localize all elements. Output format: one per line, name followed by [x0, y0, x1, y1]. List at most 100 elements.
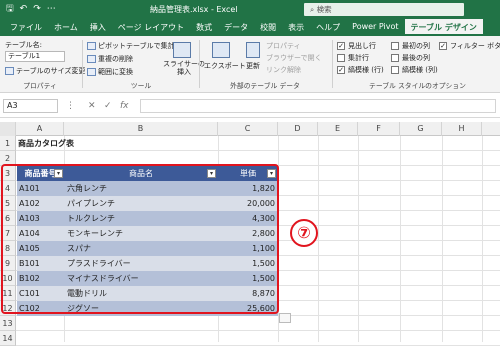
filter-button-label: フィルター ボタン — [450, 42, 500, 50]
tab-4[interactable]: 数式 — [190, 19, 218, 36]
properties-button[interactable]: プロパティ — [266, 41, 301, 51]
tools-group: ピボットテーブルで集計 重複の削除 範囲に変換 スライサーの 挿入 ツール — [85, 38, 205, 91]
name-box[interactable]: A3 — [3, 99, 58, 113]
select-all-button[interactable] — [0, 122, 16, 136]
undo-icon[interactable]: ↶ — [20, 3, 28, 15]
external-data-group: エクスポート 更新 プロパティ ブラウザーで開く リンク解除 外部のテーブル デ… — [202, 38, 328, 91]
formula-bar: A3 ⋮ ✕ ✓ fx — [0, 94, 500, 118]
export-icon[interactable] — [212, 42, 230, 58]
pivot-label: ピボットテーブルで集計 — [98, 42, 175, 50]
customize-qat-icon[interactable]: ⋯ — [47, 3, 56, 15]
resize-table-label: テーブルのサイズ変更 — [16, 67, 86, 75]
column-header[interactable]: A — [16, 122, 64, 136]
unlink-button[interactable]: リンク解除 — [266, 65, 301, 75]
tab-3[interactable]: ページ レイアウト — [112, 19, 190, 36]
tools-caption: ツール — [130, 82, 152, 90]
grid-line — [358, 136, 359, 342]
remove-duplicates-button[interactable]: 重複の削除 — [87, 54, 133, 64]
grid-line — [16, 150, 500, 151]
tab-7[interactable]: 表示 — [282, 19, 310, 36]
banded-columns-checkbox[interactable]: 縞模様 (列) — [391, 65, 438, 75]
filter-button-checkbox[interactable]: ✓フィルター ボタン — [439, 41, 500, 51]
ribbon-tabs: ファイル ホーム 挿入 ページ レイアウト 数式 データ 校閲 表示 ヘルプ Power Pivo… — [0, 19, 500, 36]
pivot-icon — [87, 42, 96, 50]
external-data-caption: 外部のテーブル データ — [230, 82, 300, 90]
total-row-checkbox[interactable]: 集計行 — [337, 53, 369, 63]
refresh-button[interactable]: 更新 — [246, 61, 260, 71]
save-icon[interactable]: 🖫 — [6, 3, 14, 15]
remove-duplicates-icon — [87, 55, 96, 63]
row-header[interactable]: 1 — [0, 136, 16, 151]
ribbon-separator — [199, 40, 200, 88]
cancel-icon[interactable]: ✕ — [88, 101, 96, 111]
tab-8[interactable]: ヘルプ — [310, 19, 346, 36]
convert-label: 範囲に変換 — [98, 68, 133, 76]
last-column-checkbox[interactable]: 最後の列 — [391, 53, 430, 63]
tab-2[interactable]: 挿入 — [84, 19, 112, 36]
tab-9[interactable]: Power Pivot — [346, 19, 404, 36]
grid-line — [482, 136, 483, 342]
table-name-label: テーブル名: — [5, 41, 42, 49]
convert-icon — [87, 68, 96, 76]
title-bar: 🖫 ↶ ↷ ⋯ 納品管理表.xlsx - Excel ⌕ 検索 — [0, 0, 500, 19]
checkbox-icon — [391, 42, 399, 50]
slicer-icon[interactable] — [173, 42, 191, 58]
column-header[interactable]: C — [218, 122, 278, 136]
window-title: 納品管理表.xlsx - Excel — [150, 5, 238, 14]
namebox-dropdown-icon[interactable]: ⋮ — [66, 101, 75, 111]
step-callout: ⑦ — [290, 219, 318, 247]
style-options-group: ✓ 見出し行 集計行 ✓ 縞模様 (行) 最初の列 最後の列 縞模様 (列) ✓ フィ… — [335, 38, 500, 91]
quick-access-toolbar: 🖫 ↶ ↷ ⋯ — [6, 3, 56, 15]
column-header[interactable]: H — [442, 122, 482, 136]
grid-line — [442, 136, 443, 342]
column-header[interactable]: B — [64, 122, 218, 136]
table-name-input[interactable]: テーブル1 — [5, 51, 65, 62]
column-headers: A B C D E F G H — [0, 122, 500, 136]
checkbox-icon — [391, 66, 399, 74]
redo-icon[interactable]: ↷ — [33, 3, 41, 15]
style-options-caption: テーブル スタイルのオプション — [369, 82, 466, 90]
ribbon: テーブル名: テーブル1 テーブルのサイズ変更 プロパティ ピボットテーブルで集… — [0, 36, 500, 93]
header-row-checkbox[interactable]: ✓ 見出し行 — [337, 41, 376, 51]
banded-columns-label: 縞模様 (列) — [402, 66, 438, 74]
ribbon-separator — [82, 40, 83, 88]
checkbox-icon — [337, 54, 345, 62]
search-input[interactable]: ⌕ 検索 — [304, 3, 464, 16]
last-column-label: 最後の列 — [402, 54, 430, 62]
quick-analysis-icon[interactable] — [279, 313, 291, 323]
convert-to-range-button[interactable]: 範囲に変換 — [87, 67, 133, 77]
banded-rows-checkbox[interactable]: ✓ 縞模様 (行) — [337, 65, 384, 75]
row-header[interactable]: 13 — [0, 316, 16, 331]
pivot-summary-button[interactable]: ピボットテーブルで集計 — [87, 41, 175, 51]
sheet-title[interactable]: 商品カタログ表 — [18, 136, 74, 151]
insert-function-icon[interactable]: fx — [120, 101, 129, 111]
header-row-label: 見出し行 — [348, 42, 376, 50]
refresh-icon[interactable] — [246, 42, 260, 58]
resize-table-button[interactable]: テーブルのサイズ変更 — [5, 66, 85, 76]
row-header[interactable]: 14 — [0, 331, 16, 346]
open-in-browser-button[interactable]: ブラウザーで開く — [266, 53, 322, 63]
tab-0[interactable]: ファイル — [4, 19, 48, 36]
grid-line — [400, 136, 401, 342]
checkbox-icon — [391, 54, 399, 62]
grid-line — [318, 136, 319, 342]
tab-6[interactable]: 校閲 — [254, 19, 282, 36]
banded-rows-label: 縞模様 (行) — [348, 66, 384, 74]
column-header[interactable]: E — [318, 122, 358, 136]
export-button[interactable]: エクスポート — [204, 61, 246, 71]
highlight-box — [1, 164, 279, 314]
enter-icon[interactable]: ✓ — [104, 101, 112, 111]
column-header[interactable]: G — [400, 122, 442, 136]
properties-caption: プロパティ — [23, 82, 57, 90]
first-column-checkbox[interactable]: 最初の列 — [391, 41, 430, 51]
search-icon: ⌕ — [310, 5, 317, 14]
tab-1[interactable]: ホーム — [48, 19, 84, 36]
remove-duplicates-label: 重複の削除 — [98, 55, 133, 63]
formula-input[interactable] — [140, 99, 496, 113]
ribbon-separator — [332, 40, 333, 88]
tab-5[interactable]: データ — [218, 19, 254, 36]
column-header[interactable]: D — [278, 122, 318, 136]
tab-10[interactable]: テーブル デザイン — [404, 19, 483, 36]
column-header[interactable]: F — [358, 122, 400, 136]
search-placeholder: 検索 — [316, 5, 332, 14]
